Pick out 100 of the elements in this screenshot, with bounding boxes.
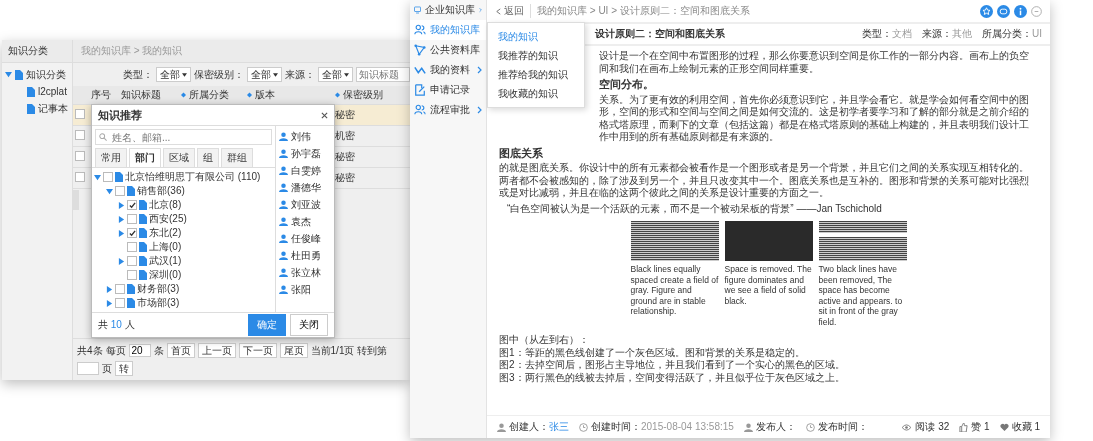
article-title: 设计原则二：空间和图底关系	[595, 27, 725, 41]
person-name[interactable]: 孙宇磊	[291, 146, 321, 161]
tree-item[interactable]: 武汉(1)	[149, 254, 182, 268]
tab[interactable]: 常用	[95, 148, 127, 167]
nav-item[interactable]: 企业知识库	[410, 0, 486, 20]
chat-icon[interactable]	[997, 4, 1010, 18]
page-button[interactable]: 尾页	[279, 343, 308, 358]
person-icon	[279, 285, 288, 294]
paragraph: 关系。为了更有效的利用空间，首先你必须意识到它，并且学会看它。就是学会如何看空间中的图形，空间的形式和空间与空间之间是如何交流的。这是初学者要学习和了解的部分就是之前介绍的格式塔原理，而剩下的文章（包括这篇）都是在格式塔原则的基础上构建的，并且表明我们设计工作中用到的所有基础原则都是有来源的。	[599, 93, 1030, 144]
confirm-button[interactable]: 确定	[248, 314, 286, 336]
nav-item[interactable]: 我的知识库	[410, 20, 486, 40]
people-icon	[414, 24, 426, 36]
tree-item[interactable]: 记事本	[38, 101, 68, 116]
caret-icon	[182, 72, 187, 77]
column-header[interactable]: 版本	[245, 86, 333, 105]
nav-item[interactable]: 我的资料	[410, 60, 486, 80]
checkbox[interactable]	[115, 284, 125, 294]
info-icon[interactable]	[1014, 4, 1027, 18]
triangle-icon[interactable]	[118, 257, 125, 265]
breadcrumb: 我的知识库 > 我的知识	[73, 40, 410, 63]
tree-item[interactable]: 东北(2)	[149, 226, 182, 240]
star-icon[interactable]	[980, 4, 993, 18]
checkbox[interactable]	[75, 151, 85, 161]
sort-icon	[335, 92, 340, 98]
tree-item[interactable]: 深圳(0)	[149, 268, 182, 282]
back-link[interactable]: 返回	[495, 4, 524, 18]
publisher-label: 发布人：	[755, 420, 796, 434]
caret-icon	[344, 72, 349, 77]
person-name[interactable]: 白雯婷	[291, 163, 321, 178]
published-label: 发布时间：	[817, 420, 868, 434]
filter-label: 来源：	[285, 67, 315, 82]
page-button[interactable]: 首页	[166, 343, 195, 358]
menu-item[interactable]: 我的知识	[488, 27, 584, 46]
person-name[interactable]: 杜田勇	[291, 248, 321, 263]
checkbox[interactable]	[127, 200, 137, 210]
tree-item[interactable]: 上海(0)	[149, 240, 182, 254]
search-field[interactable]: 知识标题	[356, 67, 410, 82]
close-button[interactable]: 关闭	[290, 314, 328, 336]
column-header[interactable]: 序号	[89, 86, 119, 105]
column-header[interactable]: 所属分类	[179, 86, 245, 105]
menu-item[interactable]: 我收藏的知识	[488, 84, 584, 103]
page-button[interactable]: 上一页	[197, 343, 236, 358]
sidebar-title: 知识分类	[2, 40, 72, 63]
nav-item[interactable]: 流程审批	[410, 100, 486, 120]
person-name[interactable]: 袁杰	[291, 214, 311, 229]
checkbox[interactable]	[127, 242, 137, 252]
column-header[interactable]: 知识标题	[119, 86, 179, 105]
tab[interactable]: 群组	[221, 148, 253, 167]
tree-item[interactable]: 知识分类	[26, 67, 66, 82]
tab[interactable]: 区域	[163, 148, 195, 167]
page-button[interactable]: 下一页	[238, 343, 277, 358]
stat-count[interactable]: 阅读 32	[915, 420, 950, 434]
chevron-icon	[495, 7, 502, 15]
search-field[interactable]: 姓名、邮箱...	[95, 129, 272, 145]
checkbox[interactable]	[127, 270, 137, 280]
checkbox[interactable]	[115, 186, 125, 196]
person-name[interactable]: 张阳	[291, 282, 311, 297]
checkbox[interactable]	[103, 172, 113, 182]
note-line: 图1：等距的黑色线创建了一个灰色区域。图和背景的关系是稳定的。	[499, 346, 806, 359]
tab[interactable]: 部门	[129, 148, 161, 167]
person-icon	[279, 268, 288, 277]
filter-dropdown[interactable]: 全部	[156, 67, 191, 82]
page-field[interactable]	[77, 362, 99, 375]
tree-item[interactable]: 北京(8)	[149, 198, 182, 212]
tree-item[interactable]: 财务部(3)	[137, 282, 180, 296]
sort-icon	[181, 92, 186, 98]
checkbox[interactable]	[127, 228, 137, 238]
column-header[interactable]: 保密级别	[333, 86, 410, 105]
close-icon[interactable]	[321, 111, 328, 119]
nav-item[interactable]: 公共资料库	[410, 40, 486, 60]
checkbox[interactable]	[127, 256, 137, 266]
figure-caption: Space is removed. The figure dominates and we see a field of solid black.	[724, 264, 813, 306]
tree-item[interactable]: 西安(25)	[149, 212, 187, 226]
menu-item[interactable]: 推荐给我的知识	[488, 65, 584, 84]
person-name[interactable]: 刘伟	[291, 129, 311, 144]
go-button[interactable]: 转	[115, 361, 133, 376]
stat-count[interactable]: 收藏 1	[1011, 420, 1040, 434]
filter-dropdown[interactable]: 全部	[318, 67, 353, 82]
person-name[interactable]: 任俊峰	[291, 231, 321, 246]
person-name[interactable]: 潘德华	[291, 180, 321, 195]
tree-item[interactable]: l2cplat	[38, 86, 67, 97]
tab[interactable]: 组	[197, 148, 219, 167]
checkbox[interactable]	[75, 109, 85, 119]
tree-item[interactable]: 市场部(3)	[137, 296, 180, 310]
tree-item[interactable]: 销售部(36)	[137, 184, 185, 198]
checkbox[interactable]	[75, 130, 85, 140]
filter-dropdown[interactable]: 全部	[247, 67, 282, 82]
person-name[interactable]: 刘亚波	[291, 197, 321, 212]
per-page-field[interactable]: 20	[128, 344, 151, 357]
triangle-icon[interactable]	[5, 71, 12, 78]
person-name[interactable]: 张立林	[291, 265, 321, 280]
checkbox[interactable]	[75, 172, 85, 182]
creator-label: 创建人：张三	[509, 420, 569, 434]
checkbox[interactable]	[127, 214, 137, 224]
nav-item[interactable]: 申请记录	[410, 80, 486, 100]
menu-item[interactable]: 我推荐的知识	[488, 46, 584, 65]
heart-icon	[999, 423, 1009, 431]
tree-item[interactable]: 北京怡维明思丁有限公司 (110)	[125, 170, 261, 184]
stat-count[interactable]: 赞 1	[971, 420, 990, 434]
checkbox[interactable]	[115, 298, 125, 308]
